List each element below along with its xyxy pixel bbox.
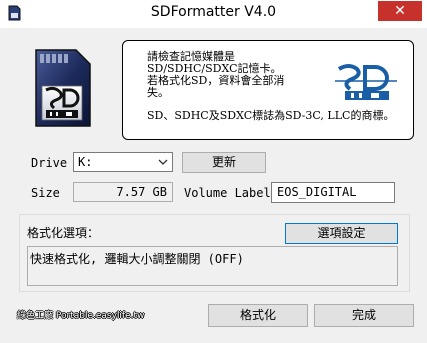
chevron-down-icon <box>158 159 168 165</box>
finish-button[interactable]: 完成 <box>314 304 414 327</box>
sdformatter-window: SDFormatter V4.0 ✕ 請檢查記憶媒體是 SD/SDHC/SDXC… <box>0 0 427 343</box>
refresh-button[interactable]: 更新 <box>182 152 266 173</box>
sdhc-logo <box>335 64 397 100</box>
volume-label-input[interactable]: EOS_DIGITAL <box>271 182 395 203</box>
drive-label: Drive <box>31 156 68 170</box>
format-button[interactable]: 格式化 <box>208 304 308 327</box>
size-value: 7.57 GB <box>73 182 173 202</box>
close-button[interactable]: ✕ <box>378 1 422 21</box>
window-title: SDFormatter V4.0 <box>150 4 277 20</box>
drive-value: K: <box>78 155 93 169</box>
info-warning-text: 請檢查記憶媒體是 SD/SDHC/SDXC記憶卡。 若格式化SD，資料會全部消 … <box>147 50 285 99</box>
trademark-text: SD、SDHC及SDXC標誌為SD-3C, LLC的商標。 <box>147 109 395 122</box>
sd-card-icon <box>35 49 91 127</box>
title-bar[interactable]: SDFormatter V4.0 ✕ <box>0 0 427 28</box>
option-settings-button[interactable]: 選項設定 <box>285 223 398 244</box>
info-panel: 請檢查記憶媒體是 SD/SDHC/SDXC記憶卡。 若格式化SD，資料會全部消 … <box>122 40 414 140</box>
drive-select[interactable]: K: <box>73 152 173 172</box>
volume-label: Volume Label <box>184 186 271 200</box>
format-options-display: 快速格式化, 邏輯大小調整關閉 (OFF) <box>27 246 398 286</box>
watermark-text: 綠色工廠 Portable.easylife.tw <box>17 311 145 321</box>
size-label: Size <box>31 186 60 200</box>
format-options-label: 格式化選項： <box>27 226 100 240</box>
